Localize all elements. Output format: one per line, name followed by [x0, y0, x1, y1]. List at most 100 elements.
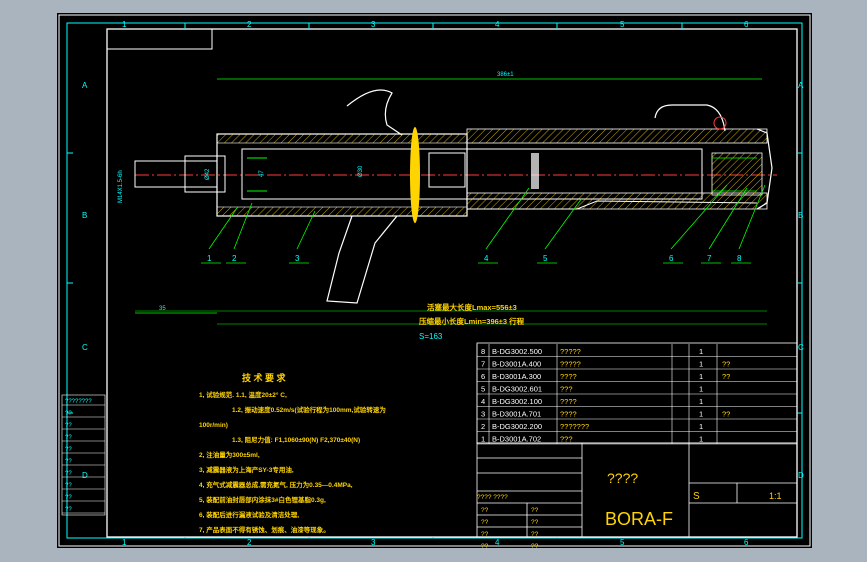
tech-line: 2, 注油量为300±5ml,	[199, 450, 260, 459]
part-balloon: 4	[484, 254, 489, 263]
zone-col-label: 3	[371, 538, 376, 547]
stamp-cell: ????????	[65, 399, 92, 405]
bom-row: 4 B-DG3002.100???? 1	[481, 397, 703, 406]
zone-col-label: 2	[247, 538, 252, 547]
part-balloon: 7	[707, 254, 712, 263]
drawing-name: ????	[607, 470, 638, 486]
zone-row-label: C	[798, 343, 804, 352]
zone-col-label: 5	[620, 20, 625, 29]
svg-text:1: 1	[699, 372, 703, 381]
stroke-note: S=163	[419, 332, 443, 341]
sign-cell: ??	[481, 531, 489, 538]
svg-text:B-DG3002.601: B-DG3002.601	[492, 385, 542, 394]
min-length-note: 压缩最小长度Lmin=396±3 行程	[419, 316, 525, 326]
cad-drawing: 1 1 2 2 3 3 4 4 5 5 6 6 A A B B C C D D 386±1 M14X1.5-6h Ø4…	[58, 14, 811, 548]
svg-text:1: 1	[699, 360, 703, 369]
zone-col-label: 2	[247, 20, 252, 29]
zone-row-label: D	[82, 471, 88, 480]
svg-text:B-D3001A.400: B-D3001A.400	[492, 360, 541, 369]
sign-cell: ??	[481, 519, 489, 526]
stamp-cell: ??	[65, 459, 72, 465]
svg-text:?????: ?????	[560, 347, 581, 356]
svg-text:??: ??	[722, 410, 730, 419]
stamp-cell: ??	[65, 423, 72, 429]
sign-cell: ??	[481, 543, 489, 548]
tech-line: 1, 试验规范. 1.1, 温度20±2° C,	[199, 390, 287, 399]
tech-line: 3, 减震器液为上海产SY-3专用油,	[199, 465, 294, 474]
zone-col-label: 6	[744, 538, 749, 547]
svg-text:1: 1	[481, 435, 485, 444]
svg-text:B-DG3002.100: B-DG3002.100	[492, 397, 542, 406]
zone-frame	[66, 22, 803, 539]
inner-tube	[241, 148, 703, 200]
zone-row-label: B	[82, 211, 87, 220]
scale: 1:1	[769, 491, 782, 501]
zone-col-label: 4	[495, 20, 500, 29]
svg-text:????: ????	[560, 410, 577, 419]
title-mid-label: ???? ????	[477, 494, 508, 501]
part-balloon: 1	[207, 254, 212, 263]
sign-cell: ??	[531, 543, 539, 548]
svg-text:?????: ?????	[560, 360, 581, 369]
rod-thread-dim: M14X1.5-6h	[118, 170, 124, 203]
svg-text:B-DG3002.500: B-DG3002.500	[492, 347, 542, 356]
svg-text:4: 4	[481, 397, 485, 406]
sign-cell: ??	[531, 507, 539, 514]
tech-line: 7, 产品表面不得有锈蚀、划痕、油漆等现象。	[199, 525, 330, 534]
dia-dim-2: 47	[259, 170, 265, 177]
svg-text:B-DG3002.200: B-DG3002.200	[492, 422, 542, 431]
piston	[531, 153, 539, 189]
zone-row-label: C	[82, 343, 88, 352]
stamp-cell: ??	[65, 471, 72, 477]
svg-text:???: ???	[560, 385, 573, 394]
max-length-note: 活塞最大长度Lmax=556±3	[427, 302, 517, 312]
zone-row-label: A	[798, 81, 804, 90]
svg-text:??: ??	[722, 372, 730, 381]
zone-row-label: B	[798, 211, 803, 220]
zone-col-label: 1	[122, 20, 127, 29]
svg-text:6: 6	[481, 372, 485, 381]
zone-col-label: 5	[620, 538, 625, 547]
bom-row: 6 B-D3001A.300???? 1??	[481, 372, 730, 381]
svg-text:B-D3001A.701: B-D3001A.701	[492, 410, 541, 419]
stamp-cell: ??	[65, 483, 72, 489]
tech-line: 1.2, 振动速度0.52m/s(试验行程为100mm,试验转速为	[232, 405, 386, 414]
bom-row: 7 B-D3001A.400????? 1??	[481, 360, 730, 369]
sign-cell: ??	[481, 507, 489, 514]
svg-text:5: 5	[481, 385, 485, 394]
zone-col-label: 1	[122, 538, 127, 547]
part-balloon: 3	[295, 254, 300, 263]
zone-row-label: D	[798, 471, 804, 480]
part-balloon: 5	[543, 254, 548, 263]
upper-hook	[346, 89, 403, 136]
stamp-cell: ??	[65, 411, 72, 417]
tech-line: 100r/min)	[199, 422, 228, 429]
stamp-cell: ??	[65, 435, 72, 441]
svg-text:????: ????	[560, 372, 577, 381]
dia-dim-3: Ø30	[358, 165, 364, 177]
svg-text:????: ????	[560, 397, 577, 406]
svg-text:1: 1	[699, 435, 703, 444]
sign-cell: ??	[531, 519, 539, 526]
bom-row: 1 B-D3001A.702??? 1	[481, 435, 703, 444]
outer-border	[58, 14, 811, 547]
overall-dim: 386±1	[497, 72, 514, 78]
svg-text:??: ??	[722, 360, 730, 369]
drawing-code: BORA-F	[605, 509, 673, 529]
part-balloon: 6	[669, 254, 674, 263]
zone-col-label: 6	[744, 20, 749, 29]
bom-row: 2 B-DG3002.200??????? 1	[481, 422, 703, 431]
stamp-cell: ??	[65, 447, 72, 453]
svg-text:???: ???	[560, 435, 573, 444]
bracket-clamp	[428, 152, 466, 188]
tech-line: 4, 充气式减震器总成,需充氮气, 压力为0.35—0.4MPa,	[199, 480, 353, 489]
end-cap	[711, 152, 763, 196]
svg-text:3: 3	[481, 410, 485, 419]
svg-text:B-D3001A.702: B-D3001A.702	[492, 435, 541, 444]
stamp-cell: ??	[65, 495, 72, 501]
zone-col-label: 4	[495, 538, 500, 547]
part-balloon: 8	[737, 254, 742, 263]
svg-text:1: 1	[699, 397, 703, 406]
zone-row-label: A	[82, 81, 88, 90]
corner-box	[106, 28, 213, 50]
